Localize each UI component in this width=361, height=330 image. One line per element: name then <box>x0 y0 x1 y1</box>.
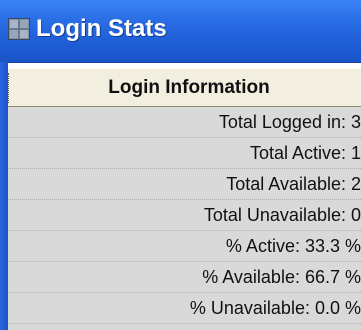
table-row[interactable]: Total Logged in: 3 <box>8 107 361 138</box>
table-row[interactable]: % Available: 66.7 % <box>8 262 361 293</box>
table-header[interactable]: Login Information <box>8 67 361 107</box>
title-bar[interactable]: Login Stats <box>0 0 361 63</box>
table-row[interactable]: Total Unavailable: 0 <box>8 200 361 231</box>
login-info-table: Login Information Total Logged in: 3 Tot… <box>8 67 361 330</box>
table-row[interactable]: Total Active: 1 <box>8 138 361 169</box>
table-row[interactable]: % Unavailable: 0.0 % <box>8 293 361 324</box>
table-row[interactable]: Total Available: 2 <box>8 169 361 200</box>
percent-available-value: % Available: 66.7 % <box>202 267 361 287</box>
percent-active-value: % Active: 33.3 % <box>225 236 361 256</box>
percent-unavailable-value: % Unavailable: 0.0 % <box>189 298 361 318</box>
table-row[interactable]: % Active: 33.3 % <box>8 231 361 262</box>
app-window-icon[interactable] <box>8 18 30 40</box>
total-available-value: Total Available: 2 <box>226 174 361 194</box>
login-stats-window: Login Stats Login Information Total Logg… <box>0 0 361 330</box>
total-unavailable-value: Total Unavailable: 0 <box>203 205 361 225</box>
window-frame-left <box>0 62 8 330</box>
total-logged-in-value: Total Logged in: 3 <box>218 112 361 132</box>
table-rows: Total Logged in: 3 Total Active: 1 Total… <box>8 107 361 324</box>
total-active-value: Total Active: 1 <box>249 143 361 163</box>
window-title: Login Stats <box>36 15 167 42</box>
table-header-label: Login Information <box>108 77 270 98</box>
